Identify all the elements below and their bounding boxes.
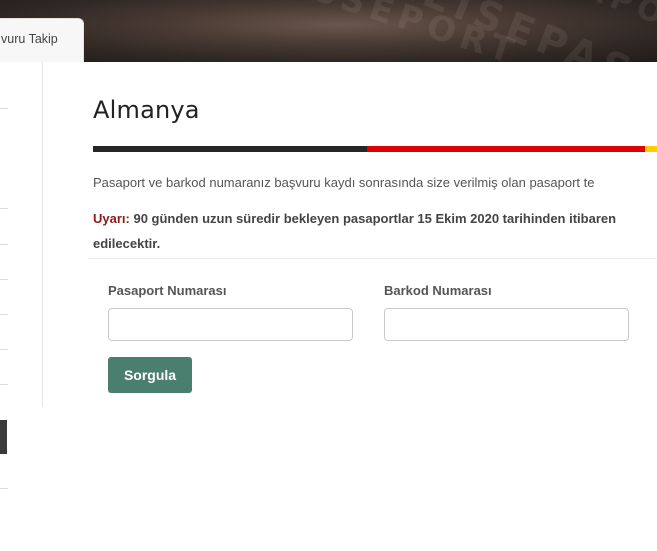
page-title: Almanya bbox=[93, 96, 200, 124]
sidebar-divider bbox=[0, 279, 8, 280]
sidebar-divider bbox=[0, 314, 8, 315]
tab-label: vuru Takip bbox=[1, 32, 58, 46]
sidebar-divider bbox=[0, 108, 8, 109]
barcode-number-label: Barkod Numarası bbox=[384, 283, 492, 298]
sidebar-active-item[interactable] bbox=[0, 420, 7, 454]
warning-text: 90 günden uzun süredir bekleyen pasaport… bbox=[93, 211, 617, 251]
passport-number-input[interactable] bbox=[108, 308, 353, 341]
flag-stripe-black bbox=[93, 146, 367, 152]
query-button[interactable]: Sorgula bbox=[108, 357, 192, 393]
sidebar-divider bbox=[0, 384, 8, 385]
passport-number-label: Pasaport Numarası bbox=[108, 283, 227, 298]
section-divider bbox=[88, 258, 657, 259]
tab-basvuru-takip[interactable]: vuru Takip bbox=[0, 18, 84, 62]
sidebar-divider bbox=[0, 488, 8, 489]
flag-stripe-gold bbox=[645, 146, 657, 152]
left-sidebar bbox=[0, 62, 43, 407]
sidebar-divider bbox=[0, 244, 8, 245]
sidebar-divider bbox=[0, 208, 8, 209]
info-text: Pasaport ve barkod numaranız başvuru kay… bbox=[93, 175, 595, 190]
barcode-number-input[interactable] bbox=[384, 308, 629, 341]
sidebar-divider bbox=[0, 349, 8, 350]
flag-stripe-red bbox=[367, 146, 645, 152]
hero-banner: PASSEPORT REISEPASS PASAPORT bbox=[0, 0, 657, 62]
warning-label: Uyarı: bbox=[93, 211, 130, 226]
german-flag-bar bbox=[93, 146, 657, 152]
warning-message: Uyarı: 90 günden uzun süredir bekleyen p… bbox=[93, 206, 657, 256]
